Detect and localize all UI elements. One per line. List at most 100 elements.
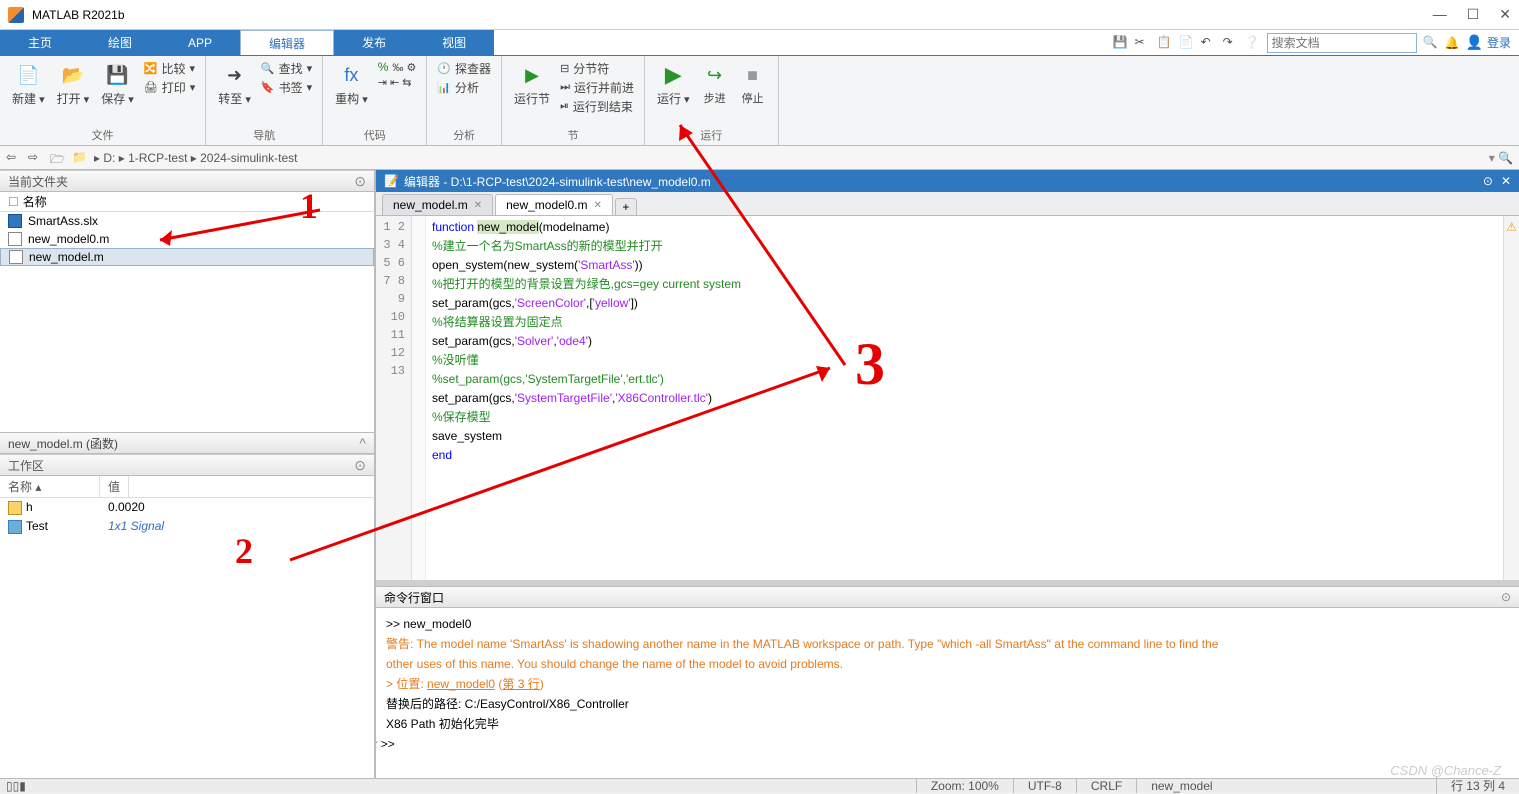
refactor-button[interactable]: fx重构 ▾ (333, 60, 370, 109)
group-nav-label: 导航 (253, 127, 275, 143)
editor-tabs: new_model.m✕ new_model0.m✕ + (376, 192, 1519, 216)
warning-icon[interactable]: ⚠ (1506, 220, 1517, 234)
run-end-button[interactable]: ⏯ 运行到结束 (560, 98, 634, 115)
minimize-button[interactable]: — (1433, 6, 1447, 23)
tab-close-icon[interactable]: ✕ (593, 200, 601, 211)
panel-menu-icon[interactable]: ⊙ (354, 457, 366, 474)
find-button[interactable]: 🔍 查找 ▾ (261, 60, 312, 77)
editor-menu-icon[interactable]: ⊙ (1483, 174, 1493, 188)
redo-icon[interactable]: ↷ (1223, 35, 1239, 51)
maximize-button[interactable]: ☐ (1467, 6, 1480, 23)
run-button[interactable]: ▶运行 ▾ (655, 60, 692, 109)
run-section-button[interactable]: ▶运行节 (512, 60, 552, 109)
tab-view[interactable]: 视图 (414, 30, 494, 55)
bell-icon[interactable]: 🔔 (1445, 36, 1460, 50)
filetab-newmodel[interactable]: new_model.m✕ (382, 194, 493, 215)
up-icon[interactable]: 🗁 (50, 150, 66, 166)
folder-icon[interactable]: 📁 (72, 150, 88, 166)
matlab-logo-icon (8, 7, 24, 23)
panel-menu-icon[interactable]: ⊙ (1501, 590, 1511, 604)
filetab-newmodel0[interactable]: new_model0.m✕ (495, 194, 613, 215)
search-path-icon[interactable]: ▾ 🔍 (1489, 151, 1513, 165)
paste-icon[interactable]: 📄 (1179, 35, 1195, 51)
west-panels: 当前文件夹 ⊙ ☐名称 SmartAss.slx new_model0.m ne… (0, 170, 376, 778)
save-button[interactable]: 💾保存 ▾ (99, 60, 136, 109)
ws-var-test[interactable]: Test1x1 Signal (0, 517, 374, 536)
status-eol[interactable]: CRLF (1076, 779, 1136, 793)
group-file-label: 文件 (92, 127, 114, 143)
collapse-icon[interactable]: ^ (359, 435, 366, 451)
editor-icon: 📝 (384, 174, 398, 188)
main-area: 当前文件夹 ⊙ ☐名称 SmartAss.slx new_model0.m ne… (0, 170, 1519, 778)
file-smartass[interactable]: SmartAss.slx (0, 212, 374, 230)
back-icon[interactable]: ⇦ (6, 150, 22, 166)
workspace-panel[interactable]: 名称 ▴ 值 h0.0020 Test1x1 Signal (0, 476, 374, 778)
print-button[interactable]: 🖨 打印 ▾ (144, 79, 196, 96)
error-loc-link[interactable]: new_model0 (427, 677, 495, 691)
current-folder-header: 当前文件夹 ⊙ (0, 170, 374, 192)
col-name[interactable]: 名称 (23, 193, 47, 210)
command-window[interactable]: >> new_model0 警告: The model name 'SmartA… (376, 608, 1519, 778)
toolstrip: 📄新建 ▾ 📂打开 ▾ 💾保存 ▾ 🔀 比较 ▾ 🖨 打印 ▾ 文件 ➜转至 ▾… (0, 56, 1519, 146)
m-icon (8, 232, 22, 246)
east-panels: 📝 编辑器 - D:\1-RCP-test\2024-simulink-test… (376, 170, 1519, 778)
app-title: MATLAB R2021b (32, 8, 125, 22)
double-icon (8, 501, 22, 515)
fwd-icon[interactable]: ⇨ (28, 150, 44, 166)
file-newmodel[interactable]: new_model.m (0, 248, 374, 266)
analyze-button[interactable]: 📊 分析 (437, 79, 491, 96)
status-encoding[interactable]: UTF-8 (1013, 779, 1076, 793)
line-gutter: 1 2 3 4 5 6 7 8 9 10 11 12 13 (376, 216, 412, 580)
indent-button[interactable]: ⇥ ⇤ ⇆ (378, 76, 417, 89)
add-tab-button[interactable]: + (615, 198, 637, 216)
ribbon-tabs: 主页 绘图 APP 编辑器 发布 视图 💾 ✂ 📋 📄 ↶ ↷ ❔ 🔍 🔔 👤登… (0, 30, 1519, 56)
bookmark-button[interactable]: 🔖 书签 ▾ (261, 79, 312, 96)
group-section-label: 节 (568, 127, 579, 143)
search-docs-input[interactable] (1267, 33, 1417, 53)
group-analyze-label: 分析 (453, 127, 475, 143)
status-pos: 行 13 列 4 (1436, 777, 1519, 794)
status-bar: ▯▯▮ Zoom: 100% UTF-8 CRLF new_model 行 13… (0, 778, 1519, 792)
step-button[interactable]: ↪步进 (700, 60, 730, 108)
file-details-header: new_model.m (函数)^ (0, 432, 374, 454)
tab-home[interactable]: 主页 (0, 30, 80, 55)
code-editor[interactable]: 1 2 3 4 5 6 7 8 9 10 11 12 13 function n… (376, 216, 1519, 580)
search-icon[interactable]: 🔍 (1423, 35, 1439, 51)
window-titlebar: MATLAB R2021b — ☐ ✕ (0, 0, 1519, 30)
goto-button[interactable]: ➜转至 ▾ (216, 60, 253, 109)
dropdown-icon[interactable]: ❔ (1245, 35, 1261, 51)
slx-icon (8, 214, 22, 228)
cut-icon[interactable]: ✂ (1135, 35, 1151, 51)
explorer-button[interactable]: 🕐 探查器 (437, 60, 491, 77)
breadcrumb[interactable]: ▸ D: ▸ 1-RCP-test ▸ 2024-simulink-test (94, 151, 297, 165)
cmd-window-header: 命令行窗口⊙ (376, 586, 1519, 608)
run-advance-button[interactable]: ⏭ 运行并前进 (560, 79, 634, 96)
percent-button[interactable]: % ‰ ⚙ (378, 60, 417, 74)
fold-gutter[interactable] (412, 216, 426, 580)
tab-publish[interactable]: 发布 (334, 30, 414, 55)
tab-plot[interactable]: 绘图 (80, 30, 160, 55)
status-zoom[interactable]: Zoom: 100% (916, 779, 1013, 793)
tab-app[interactable]: APP (160, 30, 240, 55)
ws-col-name[interactable]: 名称 ▴ (0, 476, 100, 497)
login-link[interactable]: 👤登录 (1466, 34, 1511, 51)
message-strip[interactable]: ⚠ (1503, 216, 1519, 580)
ws-col-value[interactable]: 值 (100, 476, 129, 497)
tab-editor[interactable]: 编辑器 (240, 30, 334, 55)
compare-button[interactable]: 🔀 比较 ▾ (144, 60, 196, 77)
panel-menu-icon[interactable]: ⊙ (354, 173, 366, 190)
stop-button[interactable]: ■停止 (738, 60, 768, 108)
close-button[interactable]: ✕ (1499, 6, 1511, 23)
editor-close-icon[interactable]: ✕ (1501, 174, 1511, 188)
ws-var-h[interactable]: h0.0020 (0, 498, 374, 517)
copy-icon[interactable]: 📋 (1157, 35, 1173, 51)
new-button[interactable]: 📄新建 ▾ (10, 60, 47, 109)
code-area[interactable]: function new_model(modelname) %建立一个名为Sma… (426, 216, 1503, 580)
tab-close-icon[interactable]: ✕ (474, 200, 482, 211)
split-button[interactable]: ⊟ 分节符 (560, 60, 634, 77)
file-newmodel0[interactable]: new_model0.m (0, 230, 374, 248)
open-button[interactable]: 📂打开 ▾ (55, 60, 92, 109)
undo-icon[interactable]: ↶ (1201, 35, 1217, 51)
save-icon[interactable]: 💾 (1113, 35, 1129, 51)
file-browser[interactable]: ☐名称 SmartAss.slx new_model0.m new_model.… (0, 192, 374, 432)
